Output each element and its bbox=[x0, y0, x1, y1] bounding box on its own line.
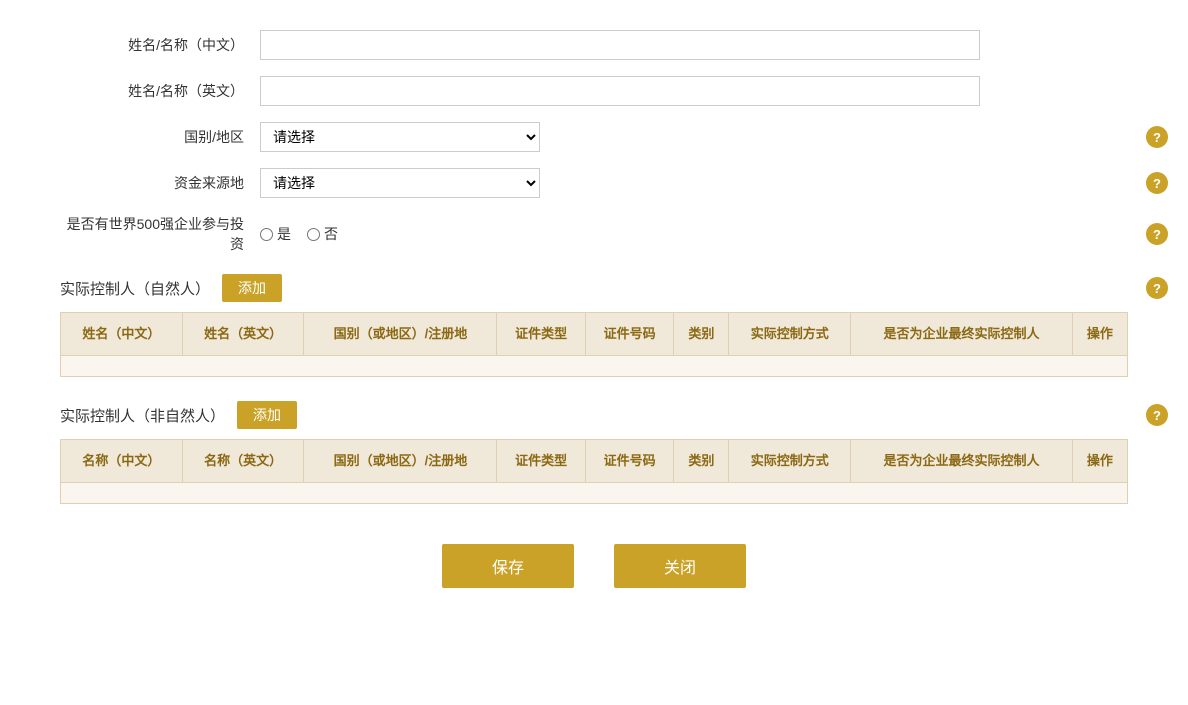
fortune500-help-icon[interactable]: ? bbox=[1146, 223, 1168, 245]
non-natural-col-name-en: 名称（英文） bbox=[182, 440, 304, 483]
natural-col-category: 类别 bbox=[674, 313, 729, 356]
name-cn-label: 姓名/名称（中文） bbox=[60, 35, 260, 55]
country-select[interactable]: 请选择 bbox=[260, 122, 540, 152]
natural-col-cert-no: 证件号码 bbox=[585, 313, 673, 356]
non-natural-controller-add-btn[interactable]: 添加 bbox=[237, 401, 297, 429]
natural-controller-table-header: 姓名（中文） 姓名（英文） 国别（或地区）/注册地 证件类型 证件号码 类别 实… bbox=[61, 313, 1128, 356]
natural-col-name-en: 姓名（英文） bbox=[182, 313, 304, 356]
natural-col-control-method: 实际控制方式 bbox=[729, 313, 851, 356]
non-natural-col-operation: 操作 bbox=[1072, 440, 1127, 483]
natural-controller-empty-row bbox=[61, 356, 1128, 377]
natural-col-operation: 操作 bbox=[1072, 313, 1127, 356]
fortune500-radio-group: 是 否 bbox=[260, 224, 980, 244]
fortune500-no-option[interactable]: 否 bbox=[307, 224, 338, 244]
non-natural-col-is-final-controller: 是否为企业最终实际控制人 bbox=[851, 440, 1073, 483]
name-en-input[interactable] bbox=[260, 76, 980, 106]
natural-controller-header: 实际控制人（自然人） 添加 ? bbox=[60, 274, 1128, 302]
fortune500-no-label: 否 bbox=[324, 224, 338, 244]
natural-controller-add-btn[interactable]: 添加 bbox=[222, 274, 282, 302]
natural-controller-help-icon[interactable]: ? bbox=[1146, 277, 1168, 299]
fund-source-help-icon[interactable]: ? bbox=[1146, 172, 1168, 194]
non-natural-controller-help-icon[interactable]: ? bbox=[1146, 404, 1168, 426]
fortune500-label: 是否有世界500强企业参与投资 bbox=[60, 214, 260, 254]
country-label: 国别/地区 bbox=[60, 127, 260, 147]
bottom-buttons: 保存 关闭 bbox=[60, 544, 1128, 588]
non-natural-col-country: 国别（或地区）/注册地 bbox=[304, 440, 497, 483]
close-button[interactable]: 关闭 bbox=[614, 544, 746, 588]
name-en-label: 姓名/名称（英文） bbox=[60, 81, 260, 101]
natural-col-cert-type: 证件类型 bbox=[497, 313, 585, 356]
save-button[interactable]: 保存 bbox=[442, 544, 574, 588]
fortune500-no-radio[interactable] bbox=[307, 228, 320, 241]
natural-controller-section: 实际控制人（自然人） 添加 ? 姓名（中文） 姓名（英文） 国别（或地区）/注册… bbox=[60, 274, 1128, 377]
fortune500-yes-label: 是 bbox=[277, 224, 291, 244]
natural-col-name-cn: 姓名（中文） bbox=[61, 313, 183, 356]
non-natural-controller-title: 实际控制人（非自然人） bbox=[60, 405, 225, 426]
non-natural-controller-empty-row bbox=[61, 483, 1128, 504]
non-natural-controller-header: 实际控制人（非自然人） 添加 ? bbox=[60, 401, 1128, 429]
fortune500-yes-radio[interactable] bbox=[260, 228, 273, 241]
non-natural-col-cert-type: 证件类型 bbox=[497, 440, 585, 483]
non-natural-controller-table: 名称（中文） 名称（英文） 国别（或地区）/注册地 证件类型 证件号码 类别 实… bbox=[60, 439, 1128, 504]
natural-col-is-final-controller: 是否为企业最终实际控制人 bbox=[851, 313, 1073, 356]
country-help-icon[interactable]: ? bbox=[1146, 126, 1168, 148]
natural-controller-title: 实际控制人（自然人） bbox=[60, 278, 210, 299]
fund-source-select[interactable]: 请选择 bbox=[260, 168, 540, 198]
fortune500-yes-option[interactable]: 是 bbox=[260, 224, 291, 244]
non-natural-col-category: 类别 bbox=[674, 440, 729, 483]
name-cn-input[interactable] bbox=[260, 30, 980, 60]
natural-col-country: 国别（或地区）/注册地 bbox=[304, 313, 497, 356]
non-natural-col-control-method: 实际控制方式 bbox=[729, 440, 851, 483]
non-natural-col-cert-no: 证件号码 bbox=[585, 440, 673, 483]
non-natural-controller-section: 实际控制人（非自然人） 添加 ? 名称（中文） 名称（英文） 国别（或地区）/注… bbox=[60, 401, 1128, 504]
natural-controller-table: 姓名（中文） 姓名（英文） 国别（或地区）/注册地 证件类型 证件号码 类别 实… bbox=[60, 312, 1128, 377]
non-natural-controller-table-header: 名称（中文） 名称（英文） 国别（或地区）/注册地 证件类型 证件号码 类别 实… bbox=[61, 440, 1128, 483]
non-natural-col-name-cn: 名称（中文） bbox=[61, 440, 183, 483]
fund-source-label: 资金来源地 bbox=[60, 173, 260, 193]
